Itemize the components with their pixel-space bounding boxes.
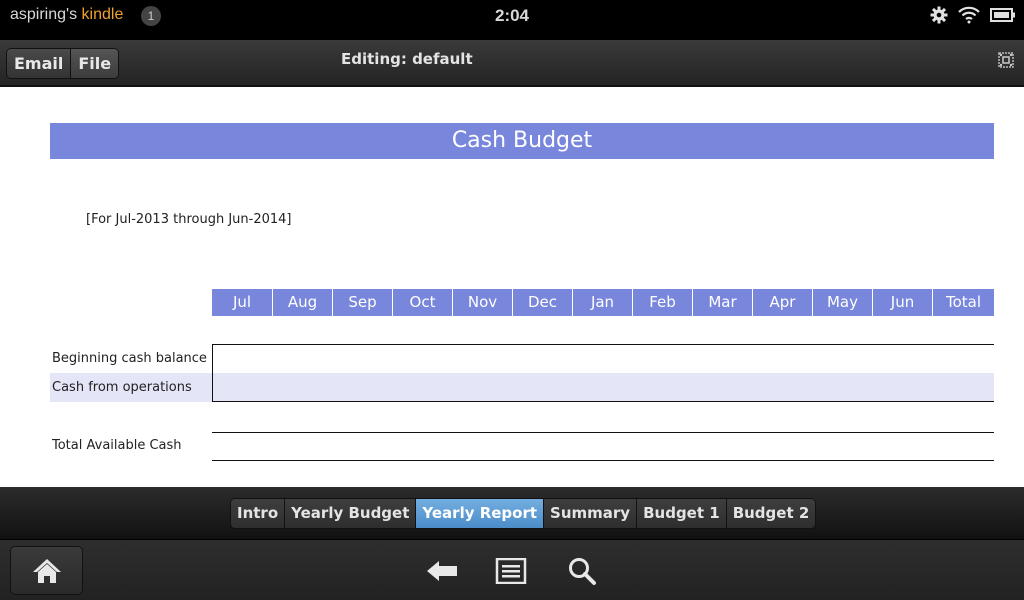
tab-yearly-report[interactable]: Yearly Report xyxy=(416,499,545,528)
column-header[interactable]: Jan xyxy=(572,289,632,316)
clock: 2:04 xyxy=(494,6,530,25)
menu-icon xyxy=(495,558,527,584)
home-icon xyxy=(32,558,61,583)
notification-badge[interactable]: 1 xyxy=(141,6,161,26)
total-row-top-border xyxy=(212,432,994,433)
tab-summary[interactable]: Summary xyxy=(544,499,638,528)
email-button[interactable]: Email xyxy=(7,49,72,78)
column-header[interactable]: Apr xyxy=(752,289,812,316)
app-toolbar: Email File Editing: default xyxy=(0,40,1024,87)
tab-yearly-budget[interactable]: Yearly Budget xyxy=(285,499,417,528)
battery-icon[interactable] xyxy=(990,7,1016,27)
column-header[interactable]: Jul xyxy=(212,289,272,316)
navigation-bar xyxy=(0,539,1024,600)
home-button[interactable] xyxy=(10,546,83,595)
column-header[interactable]: Oct xyxy=(392,289,452,316)
month-header-row: Jul Aug Sep Oct Nov Dec Jan Feb Mar Apr … xyxy=(212,289,994,316)
file-button[interactable]: File xyxy=(71,49,119,78)
column-header[interactable]: Jun xyxy=(872,289,932,316)
column-header[interactable]: Dec xyxy=(512,289,572,316)
column-header[interactable]: Mar xyxy=(692,289,752,316)
status-bar: aspiring's kindle 1 2:04 xyxy=(0,0,1024,40)
row-label-total-available-cash[interactable]: Total Available Cash xyxy=(50,431,182,460)
toolbar-button-group: Email File xyxy=(6,48,120,79)
tab-budget-1[interactable]: Budget 1 xyxy=(637,499,727,528)
column-header[interactable]: Sep xyxy=(332,289,392,316)
fullscreen-icon[interactable] xyxy=(998,52,1014,68)
column-header-total[interactable]: Total xyxy=(932,289,994,316)
column-header[interactable]: May xyxy=(812,289,872,316)
search-icon xyxy=(569,558,596,585)
sheet-period: [For Jul-2013 through Jun-2014] xyxy=(86,212,292,227)
tab-intro[interactable]: Intro xyxy=(231,499,286,528)
column-header[interactable]: Nov xyxy=(452,289,512,316)
total-row-bottom-border xyxy=(212,460,994,461)
back-button[interactable] xyxy=(425,556,459,586)
row-label-beginning-cash[interactable]: Beginning cash balance xyxy=(50,344,207,373)
gear-icon[interactable] xyxy=(930,6,948,28)
row-label-cash-from-operations[interactable]: Cash from operations xyxy=(50,373,192,402)
editing-document-label: Editing: default xyxy=(341,50,473,68)
wifi-icon[interactable] xyxy=(958,6,980,28)
column-header[interactable]: Feb xyxy=(632,289,692,316)
column-header[interactable]: Aug xyxy=(272,289,332,316)
owner-name: aspiring's xyxy=(10,6,82,23)
system-icons[interactable] xyxy=(930,6,1016,28)
device-owner-label: aspiring's kindle xyxy=(10,6,123,24)
back-arrow-icon xyxy=(427,561,457,581)
menu-button[interactable] xyxy=(494,556,528,586)
tab-budget-2[interactable]: Budget 2 xyxy=(726,499,816,528)
sheet-tabs: Intro Yearly Budget Yearly Report Summar… xyxy=(230,498,817,529)
data-cells-block[interactable] xyxy=(212,344,994,402)
spreadsheet-content[interactable]: Cash Budget [For Jul-2013 through Jun-20… xyxy=(0,87,1024,487)
sheet-title: Cash Budget xyxy=(50,123,994,159)
sheet-tabs-bar: Intro Yearly Budget Yearly Report Summar… xyxy=(0,487,1024,539)
search-button[interactable] xyxy=(565,556,599,586)
kindle-brand: kindle xyxy=(81,6,124,23)
